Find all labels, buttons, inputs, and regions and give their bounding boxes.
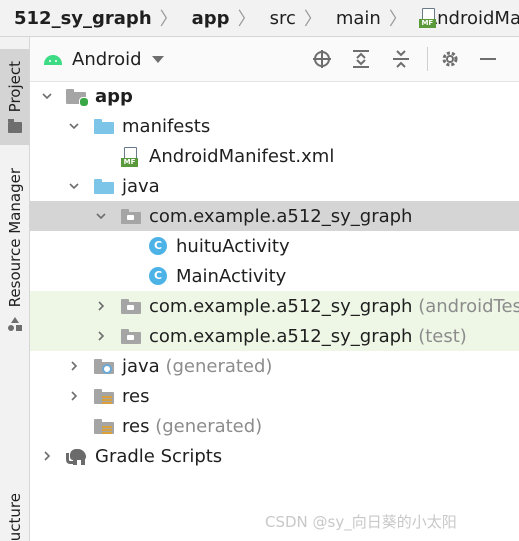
tree-node-label: manifests — [122, 115, 211, 137]
gradle-icon — [66, 447, 86, 465]
chevron-right-icon[interactable] — [67, 389, 81, 403]
chevron-right-icon[interactable] — [67, 359, 81, 373]
breadcrumb-file[interactable]: AndroidManifest.x — [425, 8, 519, 29]
tree-node-main-activity[interactable]: C MainActivity — [30, 261, 519, 291]
chevron-right-icon[interactable] — [94, 299, 108, 313]
view-selector[interactable]: Android — [72, 49, 142, 70]
tree-node-label: res (generated) — [122, 415, 263, 437]
tree-node-java-generated[interactable]: java (generated) — [30, 351, 519, 381]
folder-icon — [7, 119, 22, 134]
chevron-down-icon[interactable] — [151, 55, 164, 63]
toolbar-divider — [427, 47, 428, 71]
generated-folder-icon — [94, 357, 114, 375]
crosshair-icon[interactable] — [310, 47, 334, 71]
tree-node-res-generated[interactable]: res (generated) — [30, 411, 519, 441]
tree-node-main-package[interactable]: com.example.a512_sy_graph — [30, 201, 519, 231]
tree-node-label: app — [95, 85, 133, 107]
minimize-icon[interactable] — [476, 47, 500, 71]
expand-all-icon[interactable] — [349, 47, 373, 71]
breadcrumb-project[interactable]: 512_sy_graph — [0, 8, 156, 29]
tree-node-test-package[interactable]: com.example.a512_sy_graph (test) — [30, 321, 519, 351]
tree-node-suffix: (generated) — [149, 415, 263, 437]
tree-node-suffix: (androidTest) — [418, 295, 519, 317]
breadcrumb-separator-icon: 〉 — [237, 9, 256, 30]
tree-node-huitu-activity[interactable]: C huituActivity — [30, 231, 519, 261]
package-icon — [121, 297, 141, 315]
tree-node-label: huituActivity — [176, 235, 290, 257]
folder-icon — [94, 117, 114, 135]
gear-icon[interactable] — [438, 47, 462, 71]
structure-tab-label: ucture — [5, 492, 24, 541]
package-icon — [121, 207, 141, 225]
android-icon — [42, 52, 64, 66]
manifest-file-icon: MF — [121, 147, 141, 167]
chevron-down-icon[interactable] — [67, 179, 81, 193]
tree-node-label: java (generated) — [122, 355, 273, 377]
tree-node-java[interactable]: java — [30, 171, 519, 201]
class-icon: C — [149, 267, 169, 285]
class-icon: C — [149, 237, 169, 255]
breadcrumb-separator-icon: 〉 — [388, 9, 407, 30]
breadcrumb-src[interactable]: src — [256, 8, 300, 29]
chevron-right-icon[interactable] — [40, 449, 54, 463]
chevron-down-icon[interactable] — [67, 119, 81, 133]
res-folder-icon — [94, 417, 114, 435]
tree-node-gradle-scripts[interactable]: Gradle Scripts — [30, 441, 519, 471]
tool-window-strip: Project Resource Manager ucture — [0, 37, 30, 541]
tree-node-label: AndroidManifest.xml — [149, 145, 335, 167]
tree-node-label: MainActivity — [176, 265, 287, 287]
resources-icon — [7, 317, 22, 332]
tree-node-label: com.example.a512_sy_graph — [149, 205, 413, 227]
tree-node-label: java — [122, 175, 160, 197]
tree-node-label: res — [122, 385, 150, 407]
chevron-down-icon[interactable] — [94, 209, 108, 223]
res-folder-icon — [94, 387, 114, 405]
breadcrumb-separator-icon: 〉 — [303, 9, 322, 30]
breadcrumb-separator-icon: 〉 — [159, 9, 178, 30]
chevron-down-icon[interactable] — [40, 89, 54, 103]
tree-node-label: Gradle Scripts — [95, 445, 223, 467]
tree-node-android-test-package[interactable]: com.example.a512_sy_graph (androidTest) — [30, 291, 519, 321]
tree-node-suffix: (generated) — [159, 355, 273, 377]
package-icon — [121, 327, 141, 345]
tree-node-label: com.example.a512_sy_graph (androidTest) — [149, 296, 519, 317]
folder-icon — [94, 177, 114, 195]
structure-tool-tab[interactable]: ucture — [0, 491, 29, 541]
module-folder-icon — [66, 87, 89, 107]
project-tab-label: Project — [5, 60, 24, 113]
tree-node-manifests[interactable]: manifests — [30, 111, 519, 141]
tree-node-label: com.example.a512_sy_graph (test) — [149, 325, 467, 347]
breadcrumb-main[interactable]: main — [322, 8, 385, 29]
collapse-all-icon[interactable] — [389, 47, 413, 71]
breadcrumb-module[interactable]: app — [178, 8, 234, 29]
resource-manager-tab-label: Resource Manager — [5, 167, 24, 308]
tree-node-res[interactable]: res — [30, 381, 519, 411]
chevron-right-icon[interactable] — [94, 329, 108, 343]
navigation-breadcrumb: 512_sy_graph 〉 app 〉 src 〉 main 〉 MF And… — [0, 0, 519, 37]
tree-node-app[interactable]: app — [30, 81, 519, 111]
project-tool-tab[interactable]: Project — [0, 49, 29, 145]
tree-node-suffix: (test) — [412, 325, 467, 347]
resource-manager-tool-tab[interactable]: Resource Manager — [0, 162, 29, 337]
watermark-text: CSDN @sy_向日葵的小太阳 — [265, 513, 457, 531]
tree-node-android-manifest[interactable]: MF AndroidManifest.xml — [30, 141, 519, 171]
project-panel-header: Android — [30, 37, 519, 82]
